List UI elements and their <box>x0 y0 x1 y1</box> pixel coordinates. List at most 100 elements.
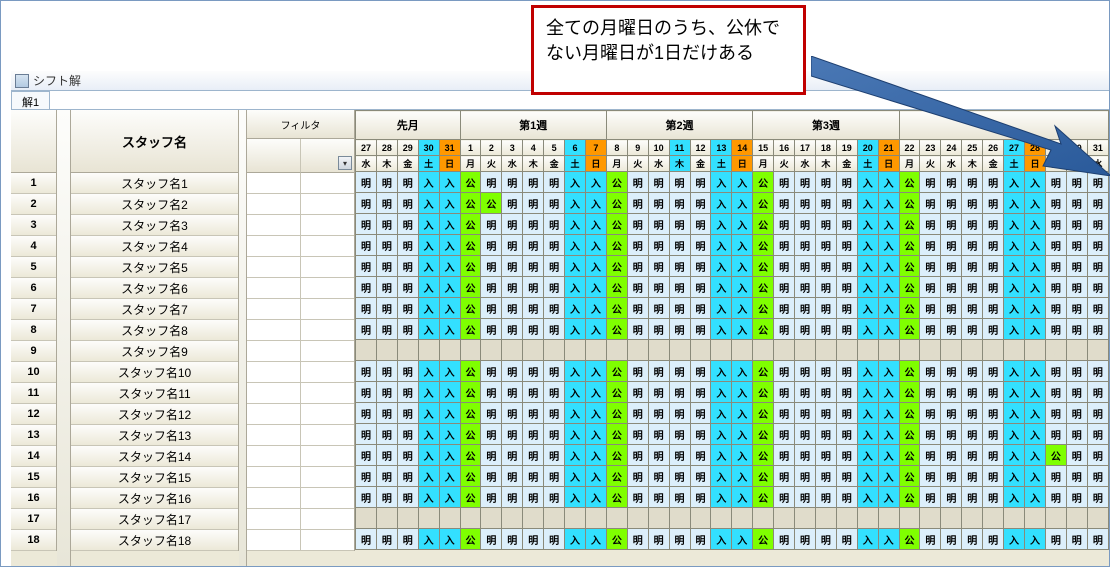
shift-cell[interactable]: 公 <box>753 277 774 298</box>
shift-cell[interactable] <box>1025 340 1046 361</box>
shift-cell[interactable]: 明 <box>397 193 418 214</box>
shift-cell[interactable]: 明 <box>397 277 418 298</box>
shift-cell[interactable]: 明 <box>669 529 690 550</box>
shift-cell[interactable]: 明 <box>356 298 377 319</box>
shift-cell[interactable]: 入 <box>711 277 732 298</box>
staff-name-cell[interactable]: スタッフ名3 <box>71 215 238 236</box>
shift-cell[interactable]: 入 <box>878 487 899 508</box>
shift-cell[interactable]: 明 <box>962 172 983 193</box>
shift-cell[interactable]: 公 <box>899 235 920 256</box>
shift-cell[interactable]: 入 <box>732 319 753 340</box>
shift-cell[interactable] <box>544 340 565 361</box>
shift-cell[interactable] <box>753 508 774 529</box>
shift-cell[interactable]: 入 <box>732 487 753 508</box>
shift-cell[interactable]: 明 <box>481 298 502 319</box>
shift-cell[interactable]: 明 <box>1087 361 1108 382</box>
shift-cell[interactable]: 明 <box>941 256 962 277</box>
shift-cell[interactable]: 明 <box>795 445 816 466</box>
shift-cell[interactable]: 明 <box>1066 298 1087 319</box>
shift-cell[interactable]: 入 <box>418 529 439 550</box>
shift-cell[interactable]: 明 <box>648 235 669 256</box>
shift-cell[interactable]: 明 <box>962 298 983 319</box>
shift-cell[interactable]: 明 <box>544 172 565 193</box>
shift-cell[interactable]: 明 <box>1045 529 1066 550</box>
shift-cell[interactable]: 明 <box>544 403 565 424</box>
shift-cell[interactable]: 明 <box>356 193 377 214</box>
shift-cell[interactable]: 明 <box>502 466 523 487</box>
shift-cell[interactable] <box>523 340 544 361</box>
shift-cell[interactable]: 明 <box>1045 193 1066 214</box>
shift-cell[interactable]: 明 <box>397 424 418 445</box>
shift-cell[interactable]: 明 <box>669 277 690 298</box>
shift-cell[interactable] <box>502 340 523 361</box>
shift-cell[interactable]: 入 <box>1004 256 1025 277</box>
shift-cell[interactable]: 明 <box>920 466 941 487</box>
shift-cell[interactable]: 明 <box>983 172 1004 193</box>
shift-cell[interactable]: 明 <box>962 235 983 256</box>
shift-cell[interactable]: 入 <box>857 466 878 487</box>
shift-cell[interactable] <box>356 340 377 361</box>
filter-cell[interactable] <box>247 215 301 235</box>
filter-cell[interactable] <box>301 383 354 403</box>
shift-cell[interactable]: 入 <box>1004 214 1025 235</box>
shift-cell[interactable]: 入 <box>1025 214 1046 235</box>
shift-cell[interactable]: 明 <box>983 235 1004 256</box>
shift-cell[interactable]: 明 <box>836 466 857 487</box>
shift-cell[interactable]: 明 <box>941 424 962 445</box>
shift-cell[interactable]: 明 <box>627 403 648 424</box>
shift-cell[interactable]: 明 <box>774 529 795 550</box>
shift-cell[interactable]: 明 <box>941 172 962 193</box>
shift-cell[interactable]: 公 <box>460 298 481 319</box>
shift-cell[interactable]: 入 <box>418 466 439 487</box>
shift-cell[interactable]: 入 <box>878 361 899 382</box>
shift-cell[interactable] <box>376 508 397 529</box>
shift-cell[interactable]: 明 <box>544 193 565 214</box>
shift-cell[interactable]: 明 <box>795 403 816 424</box>
filter-cell[interactable] <box>301 446 354 466</box>
filter-cell[interactable] <box>247 467 301 487</box>
shift-cell[interactable]: 明 <box>523 256 544 277</box>
shift-cell[interactable]: 明 <box>836 214 857 235</box>
shift-cell[interactable]: 入 <box>1004 466 1025 487</box>
shift-cell[interactable]: 明 <box>774 403 795 424</box>
shift-cell[interactable] <box>836 508 857 529</box>
shift-cell[interactable]: 入 <box>565 214 586 235</box>
shift-cell[interactable]: 入 <box>418 403 439 424</box>
shift-cell[interactable] <box>439 340 460 361</box>
shift-cell[interactable]: 入 <box>878 529 899 550</box>
shift-cell[interactable]: 公 <box>606 445 627 466</box>
shift-cell[interactable]: 明 <box>356 256 377 277</box>
shift-cell[interactable]: 明 <box>397 214 418 235</box>
shift-cell[interactable] <box>502 508 523 529</box>
shift-cell[interactable]: 明 <box>648 424 669 445</box>
shift-cell[interactable]: 公 <box>899 193 920 214</box>
shift-cell[interactable]: 明 <box>356 172 377 193</box>
shift-cell[interactable]: 明 <box>1066 403 1087 424</box>
shift-cell[interactable] <box>732 508 753 529</box>
shift-cell[interactable] <box>439 508 460 529</box>
shift-cell[interactable]: 明 <box>920 214 941 235</box>
shift-cell[interactable]: 明 <box>523 466 544 487</box>
shift-cell[interactable]: 明 <box>836 529 857 550</box>
shift-cell[interactable]: 明 <box>836 298 857 319</box>
shift-cell[interactable]: 入 <box>565 361 586 382</box>
shift-cell[interactable]: 明 <box>983 298 1004 319</box>
shift-cell[interactable]: 明 <box>836 361 857 382</box>
tab-solution-1[interactable]: 解1 <box>11 91 50 109</box>
shift-cell[interactable]: 入 <box>857 361 878 382</box>
filter-cell[interactable] <box>247 383 301 403</box>
shift-cell[interactable] <box>565 340 586 361</box>
shift-cell[interactable]: 明 <box>920 193 941 214</box>
shift-cell[interactable]: 明 <box>502 403 523 424</box>
shift-cell[interactable]: 明 <box>376 235 397 256</box>
staff-name-cell[interactable]: スタッフ名13 <box>71 425 238 446</box>
shift-cell[interactable]: 明 <box>920 382 941 403</box>
shift-cell[interactable]: 明 <box>983 193 1004 214</box>
shift-cell[interactable]: 明 <box>376 319 397 340</box>
shift-cell[interactable]: 明 <box>544 235 565 256</box>
shift-cell[interactable]: 明 <box>356 277 377 298</box>
shift-cell[interactable]: 明 <box>397 382 418 403</box>
shift-cell[interactable] <box>1004 508 1025 529</box>
shift-cell[interactable]: 明 <box>502 214 523 235</box>
shift-cell[interactable]: 入 <box>1004 172 1025 193</box>
